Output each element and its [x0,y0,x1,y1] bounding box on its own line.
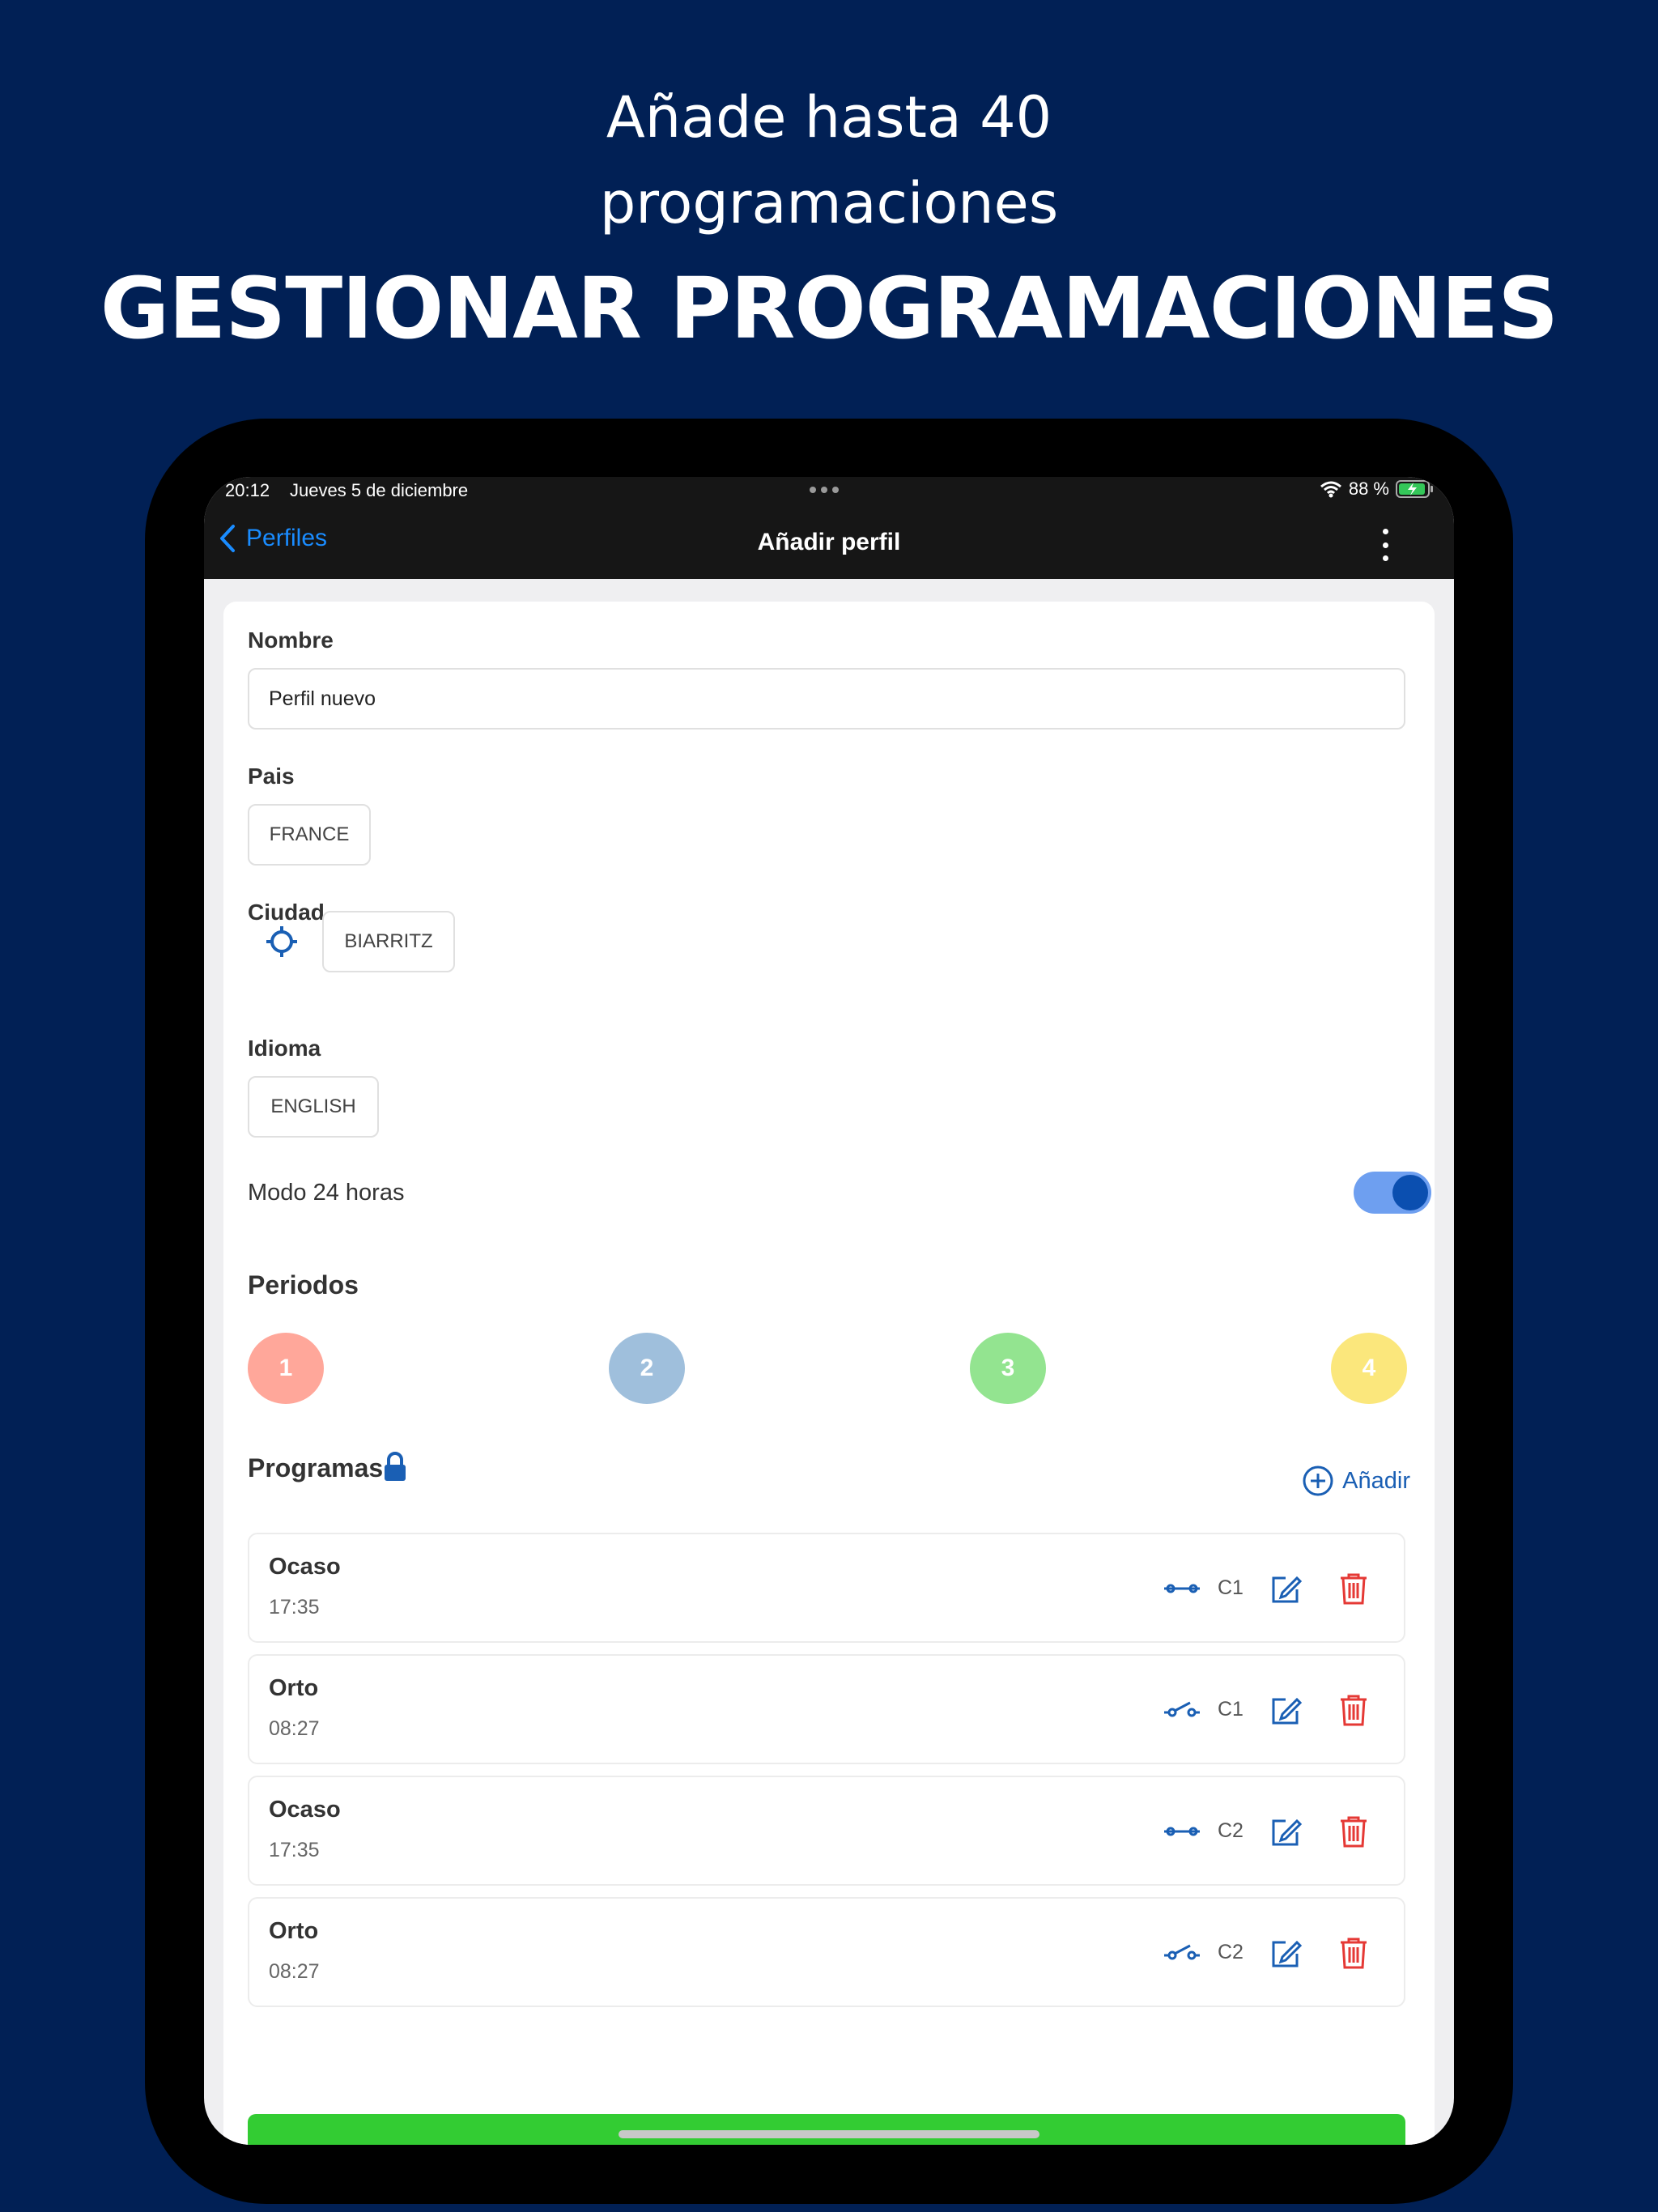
switch-closed-icon [1164,1584,1200,1593]
lock-icon [385,1452,406,1481]
name-label: Nombre [248,627,334,653]
name-field[interactable]: Perfil nuevo [248,668,1405,730]
program-name: Orto [269,1918,319,1944]
program-channel: C1 [1218,1576,1244,1599]
status-bar: 20:12 Jueves 5 de diciembre 88 % [204,477,1454,509]
trash-icon[interactable] [1337,1693,1370,1727]
save-and-send-button[interactable]: Guardar y enviar [248,2114,1405,2145]
more-vertical-icon[interactable] [1383,529,1391,561]
edit-icon[interactable] [1269,1938,1302,1970]
program-row[interactable]: Ocaso 17:35 C2 [248,1776,1405,1886]
country-label: Pais [248,764,295,789]
status-right: 88 % [1320,479,1435,500]
hero-title: GESTIONAR PROGRAMACIONES [100,259,1558,358]
page-title: Añadir perfil [757,529,901,555]
city-label: Ciudad [248,900,325,925]
program-name: Ocaso [269,1554,341,1580]
app-screen: 20:12 Jueves 5 de diciembre 88 % Perfile… [204,477,1454,2145]
switch-open-icon [1164,1944,1200,1960]
program-channel: C1 [1218,1698,1244,1721]
add-program-button[interactable]: Añadir [1302,1465,1410,1497]
navigation-bar: Perfiles Añadir perfil [204,509,1454,579]
add-program-label: Añadir [1342,1467,1410,1494]
hero-subtitle-line1: Añade hasta 40 [606,84,1052,151]
multitask-dots-icon[interactable] [810,487,839,493]
toggle-knob [1392,1175,1428,1210]
program-row[interactable]: Orto 08:27 C1 [248,1654,1405,1764]
battery-percent: 88 % [1348,479,1389,499]
program-time: 17:35 [269,1839,320,1861]
program-time: 17:35 [269,1596,320,1619]
period-4[interactable]: 4 [1331,1333,1407,1404]
wifi-icon [1320,481,1341,498]
status-time: 20:12 [225,480,270,500]
period-3[interactable]: 3 [970,1333,1046,1404]
trash-icon[interactable] [1337,1572,1370,1606]
edit-icon[interactable] [1269,1573,1302,1606]
program-row[interactable]: Orto 08:27 C2 [248,1897,1405,2007]
switch-open-icon [1164,1701,1200,1717]
trash-icon[interactable] [1337,1936,1370,1970]
home-indicator[interactable] [619,2130,1039,2138]
trash-icon[interactable] [1337,1814,1370,1848]
periods-title: Periodos [248,1270,359,1300]
crosshair-icon[interactable] [264,924,300,959]
program-time: 08:27 [269,1960,320,1983]
programs-title: Programas [248,1453,384,1482]
plus-circle-icon [1303,1465,1333,1496]
program-time: 08:27 [269,1717,320,1740]
mode24-toggle[interactable] [1354,1172,1431,1214]
program-name: Ocaso [269,1797,341,1823]
edit-icon[interactable] [1269,1695,1302,1727]
profile-form: Nombre Perfil nuevo Pais FRANCE Ciudad B… [223,602,1435,2145]
battery-charging-icon [1396,480,1433,498]
country-select[interactable]: FRANCE [248,804,371,866]
language-select[interactable]: ENGLISH [248,1076,379,1138]
period-2[interactable]: 2 [609,1333,685,1404]
mode24-label: Modo 24 horas [248,1180,405,1206]
language-label: Idioma [248,1036,321,1061]
program-channel: C2 [1218,1941,1244,1963]
program-row[interactable]: Ocaso 17:35 C1 [248,1533,1405,1643]
hero-subtitle: Añade hasta 40 programaciones [0,74,1658,246]
edit-icon[interactable] [1269,1816,1302,1848]
period-1[interactable]: 1 [248,1333,324,1404]
hero-subtitle-line2: programaciones [599,170,1059,236]
status-date: Jueves 5 de diciembre [290,480,469,500]
program-channel: C2 [1218,1819,1244,1842]
program-name: Orto [269,1675,319,1701]
city-select[interactable]: BIARRITZ [322,911,455,972]
switch-closed-icon [1164,1827,1200,1836]
